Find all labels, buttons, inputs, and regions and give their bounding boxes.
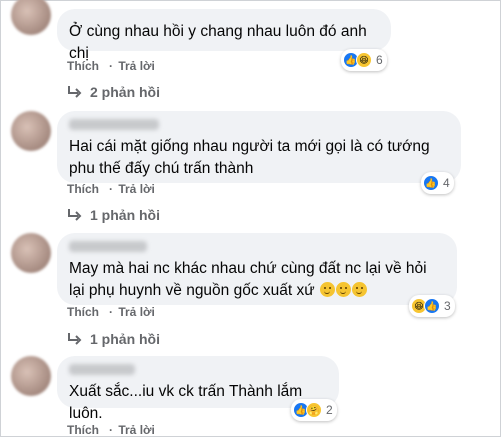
reply-button[interactable]: Trả lời <box>118 305 155 319</box>
reaction-count: 2 <box>326 403 333 417</box>
haha-icon: 😆 <box>356 52 372 68</box>
like-icon: 👍 <box>423 175 439 191</box>
reaction-summary[interactable]: 👍 🤗 2 <box>291 399 337 421</box>
reply-button[interactable]: Trả lời <box>118 59 155 73</box>
comment-actions: Thích · Trả lời <box>67 182 155 196</box>
comment-bubble: Ở cùng nhau hồi y chang nhau luôn đó anh… <box>57 9 391 62</box>
author-name-blurred[interactable] <box>69 241 147 252</box>
avatar[interactable] <box>11 0 51 35</box>
view-replies-link[interactable]: 1 phản hồi <box>67 331 160 347</box>
reaction-summary[interactable]: 😆 👍 3 <box>409 295 455 317</box>
view-replies-link[interactable]: 1 phản hồi <box>67 207 160 223</box>
like-button[interactable]: Thích <box>67 305 99 319</box>
reaction-summary[interactable]: 👍 😆 6 <box>341 49 387 71</box>
author-name-blurred[interactable] <box>69 119 159 130</box>
avatar[interactable] <box>11 356 51 396</box>
comment-text: Hai cái mặt giống nhau người ta mới gọi … <box>69 138 430 177</box>
thinking-emoji <box>335 282 351 297</box>
reply-arrow-icon <box>68 332 82 345</box>
reaction-count: 4 <box>443 176 450 190</box>
avatar[interactable] <box>11 233 51 273</box>
author-name-blurred[interactable] <box>69 364 135 375</box>
replies-count: 2 phản hồi <box>90 84 160 100</box>
comment-actions: Thích · Trả lời <box>67 305 155 319</box>
comment-actions: Thích · Trả lời <box>67 423 155 437</box>
comment-text-content: May mà hai nc khác nhau chứ cùng đất nc … <box>69 260 427 299</box>
like-button[interactable]: Thích <box>67 182 99 196</box>
like-button[interactable]: Thích <box>67 59 99 73</box>
replies-count: 1 phản hồi <box>90 207 160 223</box>
reaction-summary[interactable]: 👍 4 <box>421 172 454 194</box>
reply-button[interactable]: Trả lời <box>118 182 155 196</box>
like-button[interactable]: Thích <box>67 423 99 437</box>
reply-arrow-icon <box>68 208 82 221</box>
comment-text: Xuất sắc...iu vk ck trấn Thành lắm luôn. <box>69 383 303 422</box>
replies-count: 1 phản hồi <box>90 331 160 347</box>
reaction-count: 3 <box>444 299 451 313</box>
reply-arrow-icon <box>68 85 82 98</box>
reaction-count: 6 <box>376 53 383 67</box>
thinking-emoji <box>351 282 367 297</box>
avatar[interactable] <box>11 111 51 151</box>
like-icon: 👍 <box>424 298 440 314</box>
comment-text: May mà hai nc khác nhau chứ cùng đất nc … <box>69 258 445 302</box>
comment-actions: Thích · Trả lời <box>67 59 155 73</box>
reply-button[interactable]: Trả lời <box>118 423 155 437</box>
comment-bubble: May mà hai nc khác nhau chứ cùng đất nc … <box>57 233 457 305</box>
comment-bubble: Hai cái mặt giống nhau người ta mới gọi … <box>57 111 461 183</box>
thinking-emoji <box>319 282 335 297</box>
view-replies-link[interactable]: 2 phản hồi <box>67 84 160 100</box>
care-icon: 🤗 <box>306 402 322 418</box>
